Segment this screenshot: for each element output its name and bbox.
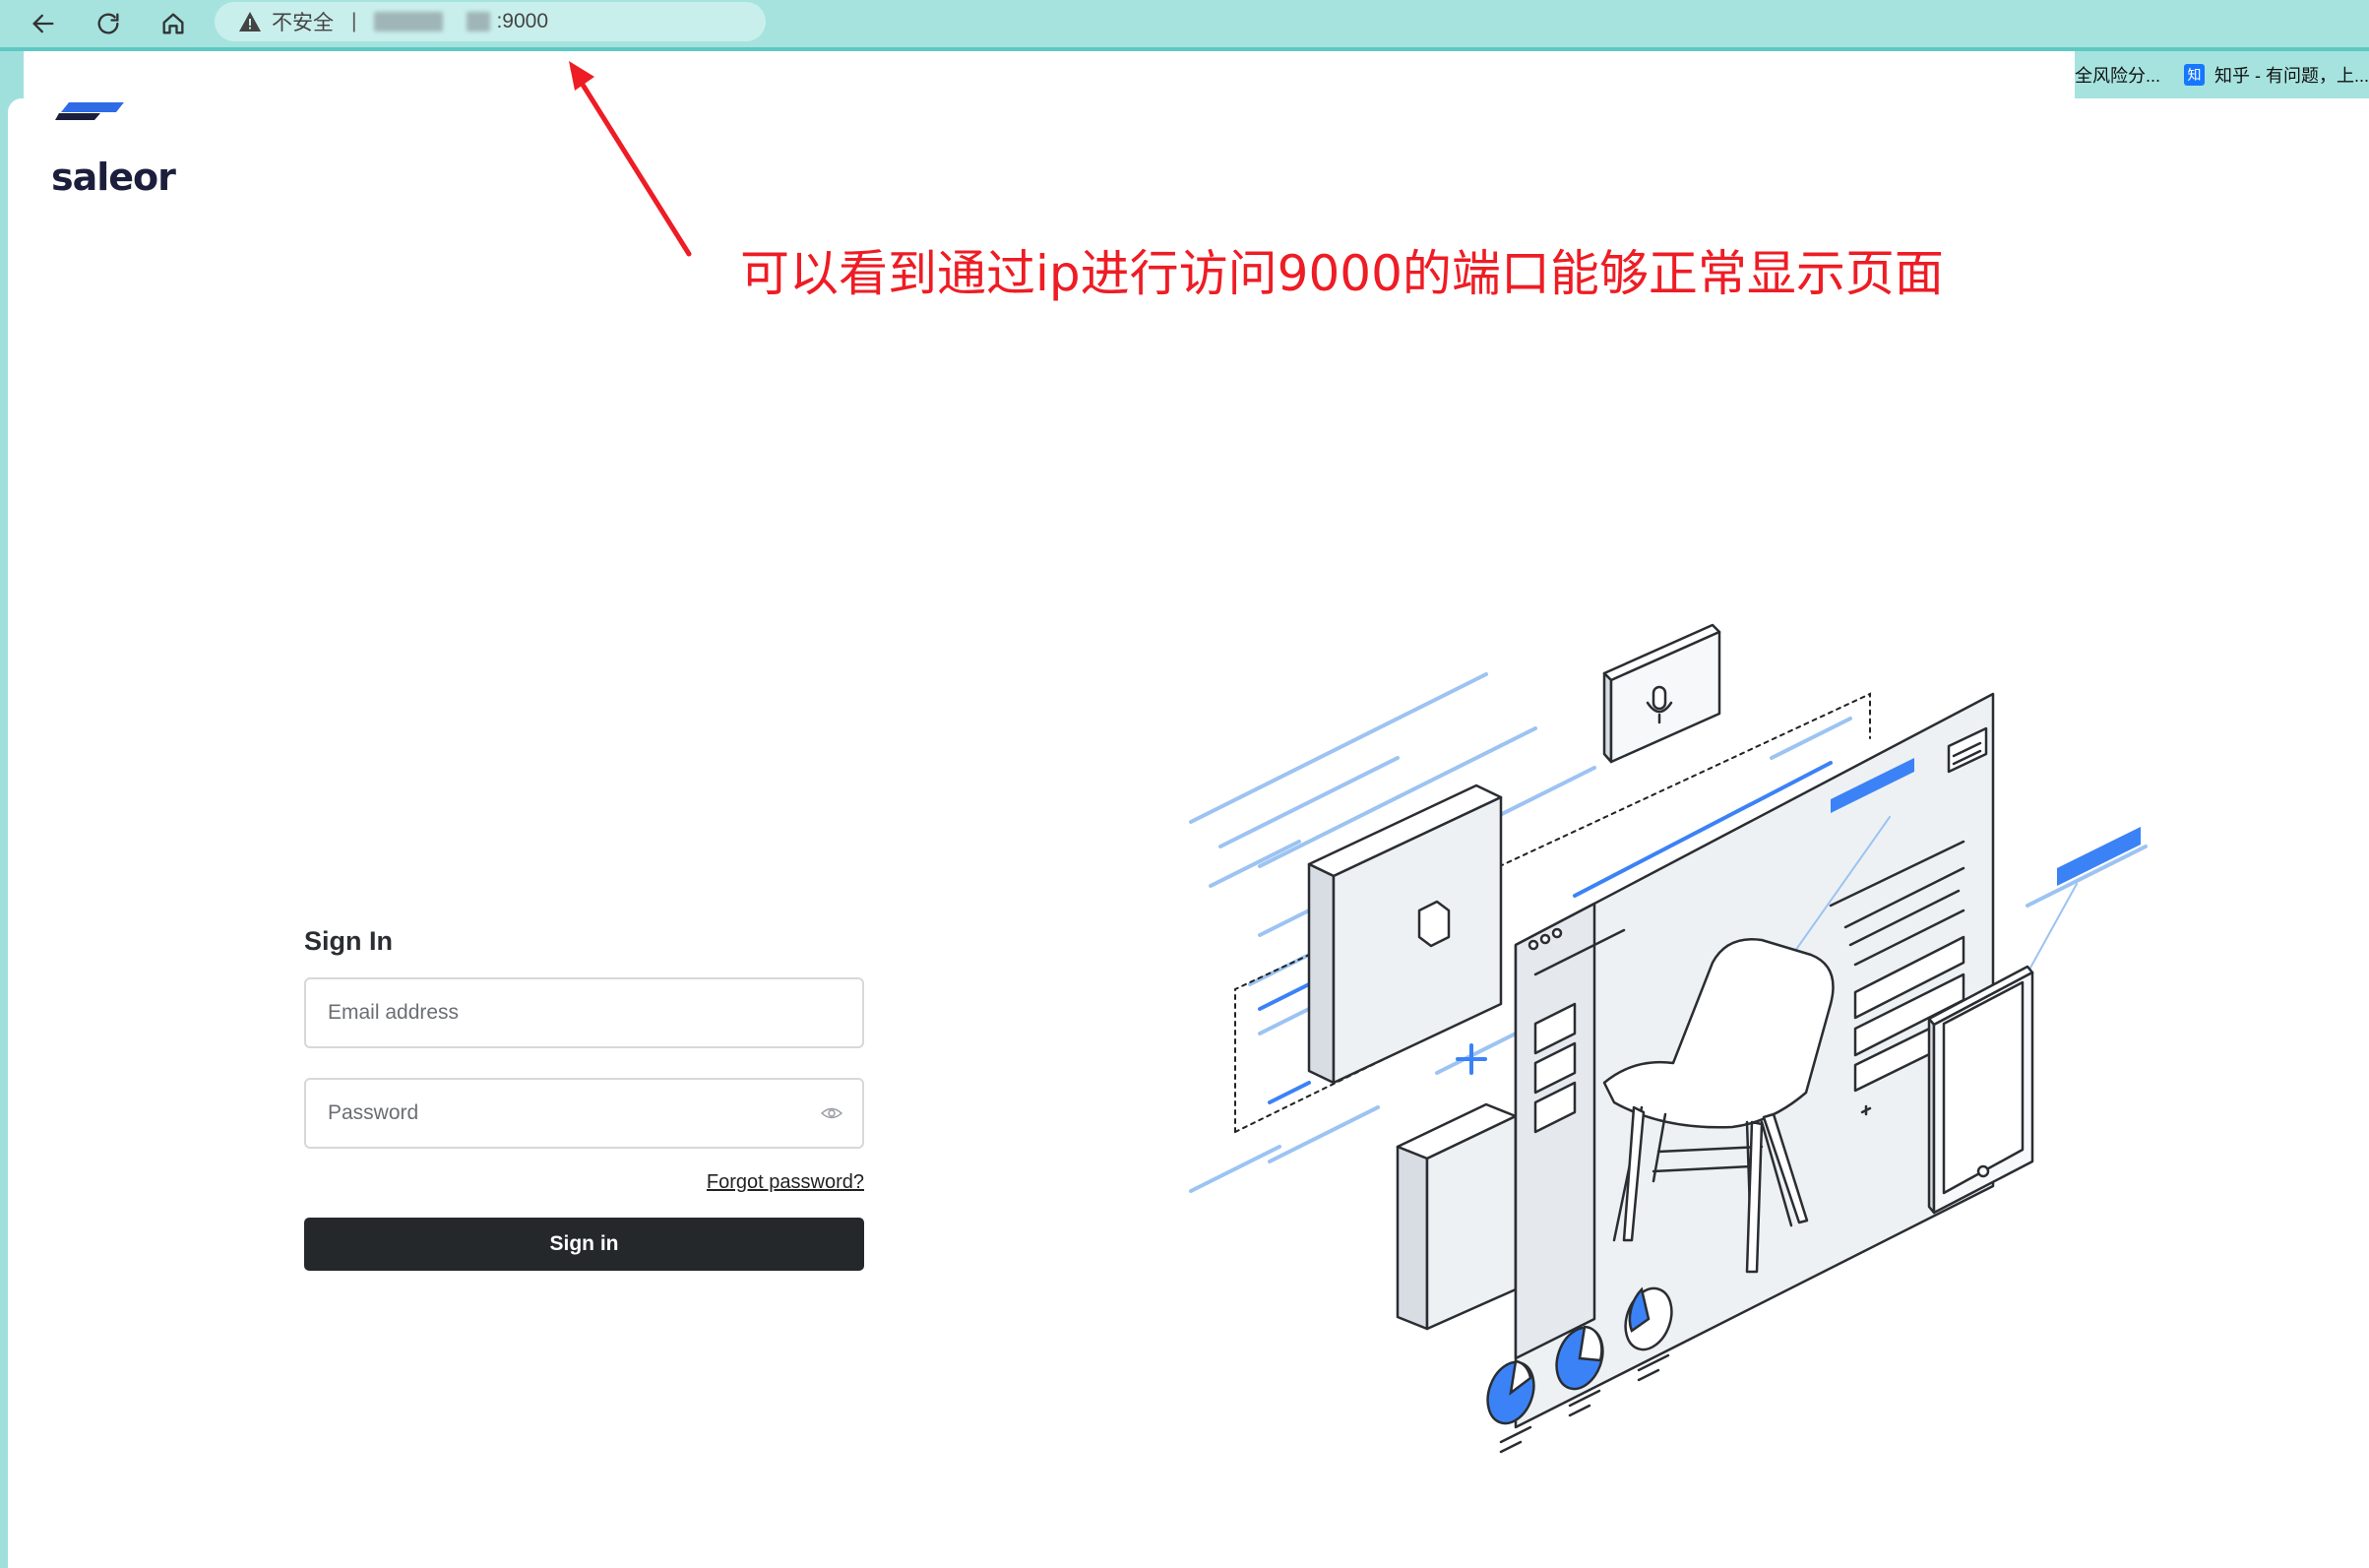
home-button[interactable] xyxy=(154,4,193,43)
eye-icon[interactable] xyxy=(821,1106,842,1120)
login-illustration xyxy=(1189,623,2148,1454)
signin-button[interactable]: Sign in xyxy=(304,1218,864,1271)
reload-icon xyxy=(97,13,119,34)
redacted-host xyxy=(374,12,444,31)
saleor-logo: saleor xyxy=(51,156,176,199)
warning-icon xyxy=(238,11,262,32)
signin-title: Sign In xyxy=(304,926,393,956)
forgot-password-link[interactable]: Forgot password? xyxy=(699,1171,864,1194)
security-label[interactable]: 不安全 xyxy=(272,7,334,36)
low-box xyxy=(1396,1102,1518,1331)
annotation-text: 可以看到通过ip进行访问9000的端口能够正常显示页面 xyxy=(740,245,1944,302)
annotation-arrow xyxy=(569,61,692,257)
url-port: :9000 xyxy=(496,10,549,32)
redacted-host-part xyxy=(467,12,491,31)
reload-button[interactable] xyxy=(89,4,128,43)
address-bar[interactable]: 不安全 | :9000 xyxy=(215,2,766,41)
bookmarks-bar: 全风险分... 知 知乎 - 有问题，上... xyxy=(2075,51,2369,98)
email-field[interactable] xyxy=(304,977,864,1048)
address-separator: | xyxy=(351,10,357,32)
bookmark-item[interactable]: 全风险分... xyxy=(2075,62,2160,88)
email-input[interactable] xyxy=(326,1000,842,1026)
back-button[interactable] xyxy=(24,4,63,43)
arrow-left-icon xyxy=(32,14,54,33)
browser-toolbar: 不安全 | :9000 xyxy=(0,0,2369,51)
password-field[interactable] xyxy=(304,1078,864,1149)
password-input[interactable] xyxy=(326,1100,821,1126)
home-icon xyxy=(162,13,184,34)
saleor-logo-mark xyxy=(55,100,124,127)
microphone-card xyxy=(1602,623,1721,764)
bookmark-item-zhihu[interactable]: 知乎 - 有问题，上... xyxy=(2214,62,2369,88)
zhihu-icon: 知 xyxy=(2184,64,2205,86)
shield-box xyxy=(1307,784,1503,1085)
